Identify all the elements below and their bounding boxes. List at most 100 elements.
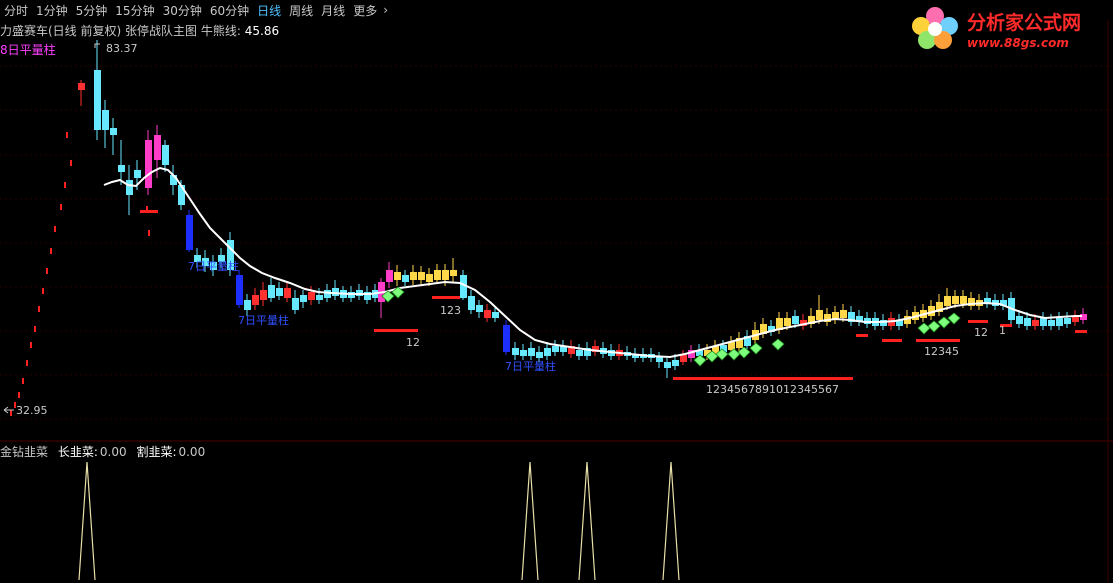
candle-body (816, 310, 823, 320)
candle-body (944, 296, 951, 306)
candle-body (252, 295, 259, 305)
red-dash (64, 182, 66, 188)
candle-body (434, 270, 441, 280)
candle-body (1048, 320, 1055, 326)
candle-body (492, 312, 499, 318)
candle-body (484, 310, 491, 318)
candle-body (332, 288, 339, 296)
green-diamond-icon (749, 342, 763, 355)
candle-body (308, 292, 315, 300)
candle-body (426, 274, 433, 282)
green-diamond-icon (917, 322, 931, 335)
candle-body (402, 275, 409, 282)
candle-body (154, 135, 161, 160)
candle-body (442, 270, 449, 280)
candle-body (386, 270, 393, 282)
candle-body (468, 296, 475, 310)
candle-body (512, 348, 519, 355)
count-label-4: 12345 (924, 345, 959, 358)
candle-body (792, 316, 799, 324)
candle-body (1064, 318, 1071, 324)
candle-body (268, 285, 275, 298)
candle-body (94, 70, 101, 130)
indicator-spikes (78, 461, 680, 581)
red-dash (42, 288, 44, 294)
candle-body (450, 270, 457, 276)
candle-body (300, 295, 307, 302)
candle-body (134, 170, 141, 178)
candle-body (162, 145, 169, 165)
candle-body (536, 352, 543, 358)
candle-body (1024, 318, 1031, 326)
candle-body (1040, 318, 1047, 326)
candle-body (503, 325, 510, 352)
candle-body (394, 272, 401, 280)
candle-body (316, 295, 323, 300)
candle-body (576, 350, 583, 356)
blue-label-1: 7日平量柱 (188, 259, 239, 273)
indicator-title: 金钻韭菜 (0, 445, 49, 459)
green-diamond-icon (693, 354, 707, 367)
candle-body (410, 272, 417, 280)
grid (0, 65, 1113, 420)
count-label-3: 1234567891012345567 (706, 383, 839, 396)
candle-body (244, 300, 251, 310)
candle-body (118, 165, 125, 172)
candle-body (784, 318, 791, 326)
candle-body (145, 140, 152, 188)
candle-body (102, 110, 109, 130)
candle-body (1032, 320, 1039, 326)
price-low-label: 32.95 (16, 404, 48, 417)
candle-body (186, 215, 193, 250)
red-dash (30, 342, 32, 348)
count-label-6: 1 (999, 324, 1006, 337)
red-dash (66, 132, 68, 138)
candle-body (476, 305, 483, 312)
candle-body (292, 298, 299, 310)
candle-body (672, 360, 679, 366)
count-label-5: 12 (974, 326, 988, 339)
kline-chart[interactable]: 7日平量柱 7日平量柱 7日平量柱 12 123 123456789101234… (0, 0, 1113, 583)
candle-body (324, 290, 331, 298)
candle-body (680, 355, 687, 362)
red-dash (18, 392, 20, 398)
candle-body (418, 272, 425, 280)
green-diamond-icon (771, 338, 785, 351)
red-dash (34, 326, 36, 332)
candle-body (260, 290, 267, 300)
price-extreme-markers (3, 43, 100, 414)
red-dash (50, 248, 52, 254)
candle-body (952, 296, 959, 304)
candle-body (78, 83, 85, 90)
cut-leek-item: 割韭菜: 0.00 (136, 445, 206, 459)
candle-body (110, 128, 117, 135)
candle-body (276, 288, 283, 296)
candle-body (552, 346, 559, 352)
count-label-2: 123 (440, 304, 461, 317)
candle-body (520, 350, 527, 356)
red-dash (38, 306, 40, 312)
candle-body (544, 348, 551, 356)
candle-body (284, 288, 291, 298)
indicator-header: 金钻韭菜 长韭菜: 0.00 割韭菜: 0.00 (0, 443, 205, 460)
count-label-1: 12 (406, 336, 420, 349)
red-dash (148, 230, 150, 236)
green-diamond-icon (727, 348, 741, 361)
candle-body (1056, 318, 1063, 326)
candle-body (1016, 316, 1023, 324)
green-diamond-icon (737, 346, 751, 359)
red-dash (70, 160, 72, 166)
red-dash (10, 410, 12, 416)
candle-body (126, 180, 133, 195)
candle-body (840, 310, 847, 318)
candle-body (528, 348, 535, 356)
red-dash (60, 204, 62, 210)
candle-body (960, 296, 967, 304)
red-dash (46, 268, 48, 274)
red-dash (26, 360, 28, 366)
candle-body (236, 275, 243, 305)
candle-body (664, 362, 671, 368)
red-dash (54, 226, 56, 232)
price-high-label: 83.37 (106, 42, 138, 55)
red-dash (22, 378, 24, 384)
